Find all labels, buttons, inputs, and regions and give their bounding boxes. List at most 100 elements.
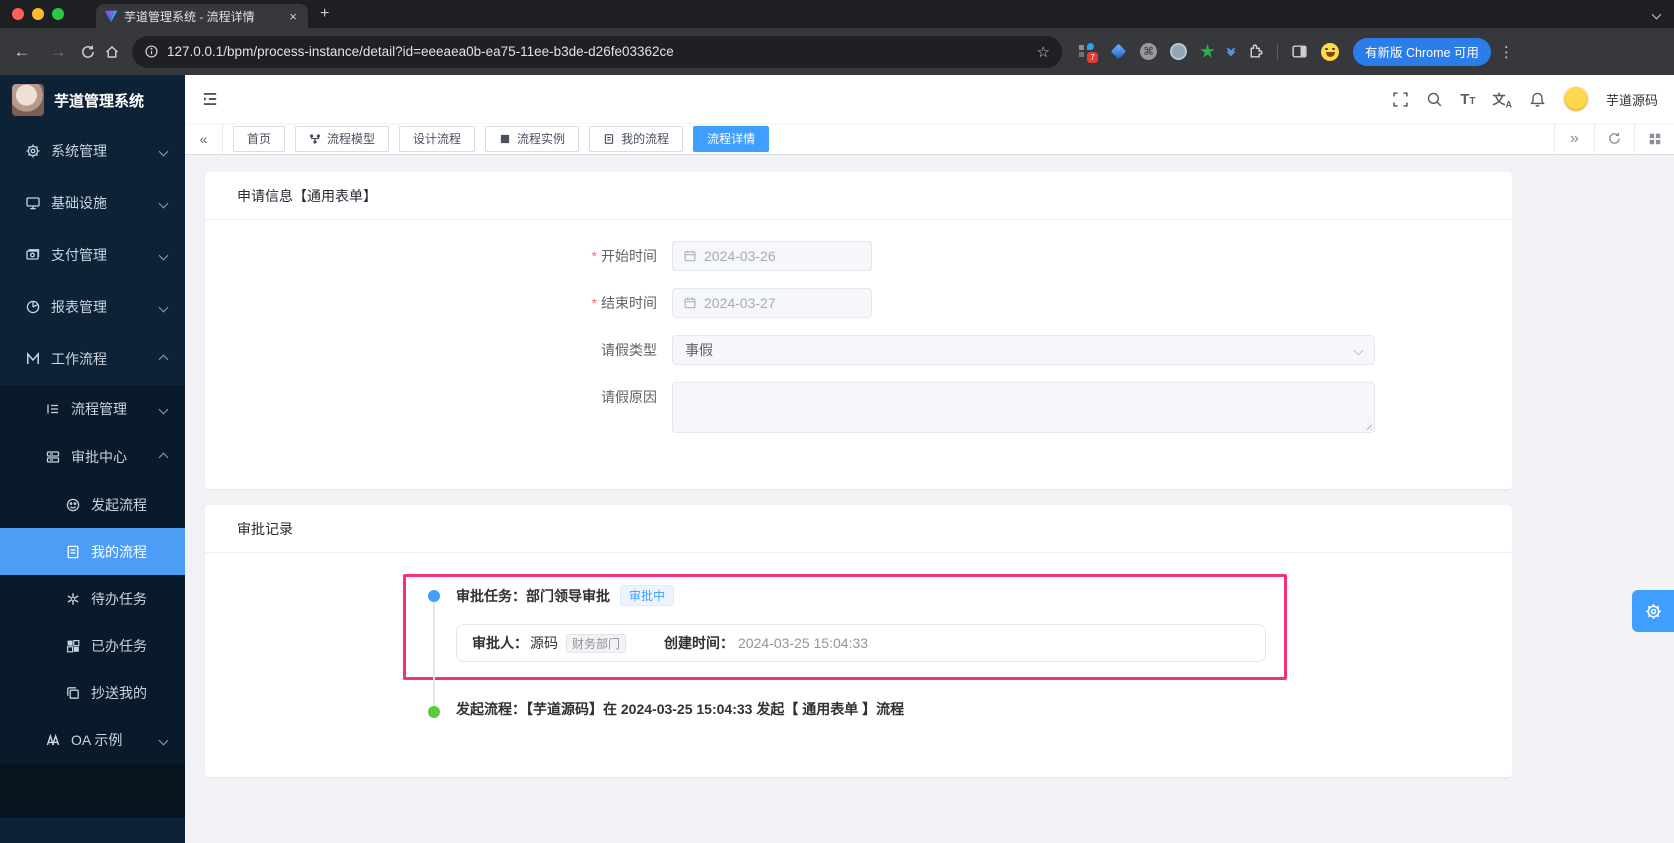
browser-tab[interactable]: 芋道管理系统 - 流程详情 × bbox=[96, 4, 308, 28]
profile-emoji-icon[interactable] bbox=[1321, 42, 1339, 61]
search-icon[interactable] bbox=[1426, 91, 1443, 108]
reload-button[interactable] bbox=[80, 44, 96, 60]
application-form: 开始时间 2024-03-26 结束时间 2024-03-27 bbox=[205, 220, 1512, 433]
close-tab-icon[interactable]: × bbox=[286, 9, 300, 24]
end-time-input[interactable]: 2024-03-27 bbox=[672, 288, 872, 318]
textarea-resize-handle[interactable] bbox=[1363, 421, 1372, 430]
browser-menu-icon[interactable]: ⋮ bbox=[1499, 43, 1514, 61]
approval-record-title: 审批记录 bbox=[205, 505, 1512, 553]
approver-name: 源码 bbox=[530, 635, 558, 651]
double-chevron-extension-icon[interactable] bbox=[1226, 44, 1236, 56]
browser-toolbar: ← → 127.0.0.1/bpm/process-instance/detai… bbox=[0, 28, 1674, 75]
sidebar-item-initiate-process[interactable]: 发起流程 bbox=[0, 481, 185, 528]
chevron-down-icon bbox=[158, 250, 169, 260]
chevron-down-icon bbox=[158, 302, 169, 312]
side-panel-icon[interactable] bbox=[1291, 43, 1308, 60]
chevron-down-icon bbox=[158, 735, 169, 745]
window-controls bbox=[0, 8, 78, 20]
site-info-icon[interactable] bbox=[144, 44, 159, 59]
tab-my-process[interactable]: 我的流程 bbox=[589, 125, 684, 152]
sidebar: 芋道管理系统 系统管理 基础设施 支付管理 报表管理 工作流程 流程管理 审批中… bbox=[0, 75, 185, 843]
chevron-down-icon bbox=[158, 404, 169, 414]
extensions-puzzle-icon[interactable] bbox=[1247, 43, 1264, 60]
minimize-window-button[interactable] bbox=[32, 8, 44, 20]
flow-icon bbox=[309, 133, 321, 144]
circle-extension-icon[interactable] bbox=[1170, 43, 1187, 60]
sidebar-item-process-management[interactable]: 流程管理 bbox=[0, 385, 185, 433]
created-time-group: 创建时间： 2024-03-25 15:04:33 bbox=[664, 633, 868, 653]
font-size-icon[interactable]: TT bbox=[1460, 91, 1475, 108]
sidebar-item-workflow[interactable]: 工作流程 bbox=[0, 333, 185, 385]
translate-icon[interactable]: 文A bbox=[1492, 89, 1512, 110]
sidebar-item-cc-to-me[interactable]: 抄送我的 bbox=[0, 669, 185, 716]
chevron-down-icon bbox=[158, 198, 169, 208]
start-time-label: 开始时间 bbox=[392, 241, 657, 271]
chevron-up-icon bbox=[158, 354, 169, 364]
tabs-scroll-right-icon[interactable]: » bbox=[1554, 123, 1594, 154]
sidebar-item-payment-management[interactable]: 支付管理 bbox=[0, 229, 185, 281]
tab-search-chevron-icon[interactable] bbox=[1651, 5, 1662, 23]
process-start-event: 发起流程：【芋道源码】在 2024-03-25 15:04:33 发起【 通用表… bbox=[456, 701, 905, 717]
leave-reason-label: 请假原因 bbox=[601, 389, 657, 405]
tab-process-detail[interactable]: 流程详情 bbox=[693, 125, 770, 152]
tab-design-process[interactable]: 设计流程 bbox=[399, 125, 476, 152]
extension-badge: 7 bbox=[1087, 51, 1098, 63]
home-button[interactable] bbox=[104, 44, 120, 60]
nav-tabs: 首页 流程模型 设计流程 流程实例 我的流程 流程详情 bbox=[233, 125, 1554, 152]
app-logo bbox=[12, 84, 44, 116]
sidebar-item-report-management[interactable]: 报表管理 bbox=[0, 281, 185, 333]
timeline-dot-active bbox=[428, 590, 440, 602]
zoom-window-button[interactable] bbox=[52, 8, 64, 20]
close-window-button[interactable] bbox=[12, 8, 24, 20]
tabs-refresh-icon[interactable] bbox=[1594, 123, 1634, 154]
bell-icon[interactable] bbox=[1529, 91, 1546, 108]
tab-home[interactable]: 首页 bbox=[233, 125, 286, 152]
user-avatar[interactable] bbox=[1562, 86, 1589, 112]
url-text: 127.0.0.1/bpm/process-instance/detail?id… bbox=[167, 44, 674, 59]
forward-button[interactable]: → bbox=[44, 42, 72, 62]
star-extension-icon[interactable] bbox=[1200, 44, 1215, 58]
form-row-start-time: 开始时间 2024-03-26 bbox=[205, 241, 1512, 271]
password-manager-extension-icon[interactable]: 7 bbox=[1078, 42, 1098, 63]
form-row-leave-type: 请假类型 事假 bbox=[205, 335, 1512, 365]
created-time-value: 2024-03-25 15:04:33 bbox=[738, 635, 869, 651]
tab-process-instance[interactable]: 流程实例 bbox=[485, 125, 580, 152]
url-bar[interactable]: 127.0.0.1/bpm/process-instance/detail?id… bbox=[132, 35, 1062, 68]
settings-floating-button[interactable] bbox=[1632, 590, 1674, 632]
sidebar-item-done-tasks[interactable]: 已办任务 bbox=[0, 622, 185, 669]
fullscreen-icon[interactable] bbox=[1392, 91, 1409, 108]
start-time-input[interactable]: 2024-03-26 bbox=[672, 241, 872, 271]
sidebar-item-infrastructure[interactable]: 基础设施 bbox=[0, 177, 185, 229]
new-tab-button[interactable]: + bbox=[320, 5, 329, 23]
browser-tab-title: 芋道管理系统 - 流程详情 bbox=[124, 9, 255, 24]
back-button[interactable]: ← bbox=[8, 42, 36, 62]
application-info-title: 申请信息【通用表单】 bbox=[205, 172, 1512, 220]
sidebar-fold-icon[interactable] bbox=[201, 90, 219, 108]
tabs-scroll-left-icon[interactable]: « bbox=[185, 123, 223, 154]
end-time-label: 结束时间 bbox=[392, 288, 657, 318]
username: 芋道源码 bbox=[1605, 92, 1658, 108]
sidebar-item-my-process[interactable]: 我的流程 bbox=[0, 528, 185, 575]
sidebar-item-approval-center[interactable]: 审批中心 bbox=[0, 433, 185, 481]
pie-chart-icon bbox=[26, 300, 40, 314]
bookmark-star-icon[interactable]: ☆ bbox=[1037, 43, 1050, 61]
header-actions: TT 文A 芋道源码 bbox=[1392, 86, 1674, 112]
tab-process-model[interactable]: 流程模型 bbox=[295, 125, 390, 152]
approval-timeline: 审批任务：部门领导审批 审批中 审批人： 源码 财务部门 创建时间： 2024-… bbox=[205, 553, 1512, 776]
gear-icon bbox=[26, 144, 40, 158]
sidebar-item-todo-tasks[interactable]: 待办任务 bbox=[0, 575, 185, 622]
kite-extension-icon[interactable] bbox=[1109, 43, 1127, 61]
square-icon bbox=[500, 134, 510, 143]
command-extension-icon[interactable]: ⌘ bbox=[1140, 43, 1157, 60]
pinwheel-icon bbox=[67, 592, 79, 605]
leave-type-label: 请假类型 bbox=[601, 342, 657, 358]
tabs-layout-grid-icon[interactable] bbox=[1634, 123, 1674, 154]
app-logo-row[interactable]: 芋道管理系统 bbox=[0, 75, 185, 125]
leave-reason-textarea[interactable] bbox=[672, 382, 1375, 433]
leave-type-select[interactable]: 事假 bbox=[672, 335, 1375, 365]
chrome-update-button[interactable]: 有新版 Chrome 可用 bbox=[1353, 37, 1491, 66]
extension-icons: 7 ⌘ bbox=[1078, 42, 1339, 63]
gear-icon bbox=[1645, 603, 1661, 619]
sidebar-item-system-management[interactable]: 系统管理 bbox=[0, 125, 185, 177]
sidebar-item-oa-example[interactable]: OA 示例 bbox=[0, 716, 185, 764]
